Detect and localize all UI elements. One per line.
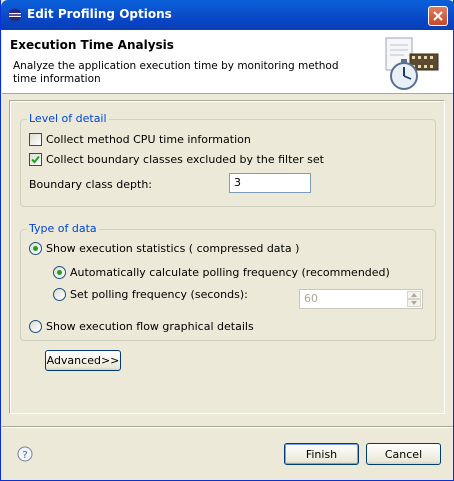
dialog-window: Edit Profiling Options Execution Time An…: [0, 0, 454, 481]
chevron-up-icon: [411, 293, 417, 297]
radio-circle[interactable]: [53, 288, 66, 301]
checkmark-icon: [31, 155, 40, 164]
type-of-data-group: Type of data Show execution statistics (…: [20, 223, 436, 341]
window-title: Edit Profiling Options: [27, 7, 172, 21]
poll-frequency-value: 60: [304, 292, 318, 305]
chevron-down-icon: [411, 301, 417, 305]
cancel-button[interactable]: Cancel: [366, 443, 441, 465]
auto-poll-label: Automatically calculate polling frequenc…: [70, 266, 390, 279]
set-poll-label: Set polling frequency (seconds):: [70, 288, 248, 301]
page-title: Execution Time Analysis: [10, 38, 174, 52]
poll-frequency-spinner[interactable]: 60: [299, 289, 423, 309]
page-description: Analyze the application execution time b…: [13, 60, 339, 85]
close-icon: [433, 11, 443, 21]
finish-button[interactable]: Finish: [284, 443, 359, 465]
spinner-buttons: [407, 291, 421, 307]
collect-cpu-time-label: Collect method CPU time information: [46, 133, 251, 146]
show-flow-label: Show execution flow graphical details: [46, 320, 254, 333]
boundary-depth-label: Boundary class depth:: [29, 178, 152, 191]
advanced-button[interactable]: Advanced>>: [45, 350, 121, 371]
radio-dot: [57, 270, 62, 275]
collect-cpu-time-checkbox[interactable]: Collect method CPU time information: [29, 133, 251, 146]
close-button[interactable]: [428, 6, 448, 26]
radio-circle[interactable]: [53, 266, 66, 279]
options-panel: Level of detail Collect method CPU time …: [9, 100, 445, 414]
collect-boundary-checkbox[interactable]: Collect boundary classes excluded by the…: [29, 153, 324, 166]
level-of-detail-group: Level of detail Collect method CPU time …: [20, 113, 436, 207]
checkbox-box[interactable]: [29, 133, 42, 146]
radio-circle[interactable]: [29, 320, 42, 333]
set-poll-radio[interactable]: Set polling frequency (seconds):: [53, 288, 248, 301]
help-icon[interactable]: ?: [17, 446, 33, 462]
checkbox-box[interactable]: [29, 153, 42, 166]
collect-boundary-label: Collect boundary classes excluded by the…: [46, 153, 324, 166]
show-stats-radio[interactable]: Show execution statistics ( compressed d…: [29, 242, 299, 255]
type-of-data-label: Type of data: [27, 222, 99, 235]
footer-separator: [2, 426, 453, 428]
eclipse-icon: [8, 8, 22, 22]
spin-down-button[interactable]: [407, 299, 421, 307]
header-banner: Execution Time Analysis Analyze the appl…: [2, 30, 453, 94]
boundary-depth-text: Boundary class depth:: [29, 178, 152, 191]
show-stats-label: Show execution statistics ( compressed d…: [46, 242, 300, 255]
radio-circle[interactable]: [29, 242, 42, 255]
title-bar: Edit Profiling Options: [1, 0, 454, 30]
svg-text:?: ?: [22, 450, 27, 461]
auto-poll-radio[interactable]: Automatically calculate polling frequenc…: [53, 266, 390, 279]
stopwatch-film-icon: [385, 37, 439, 90]
radio-dot: [33, 246, 38, 251]
spin-up-button[interactable]: [407, 291, 421, 299]
show-flow-radio[interactable]: Show execution flow graphical details: [29, 320, 254, 333]
level-of-detail-label: Level of detail: [27, 112, 109, 125]
boundary-depth-input[interactable]: 3: [229, 173, 311, 193]
